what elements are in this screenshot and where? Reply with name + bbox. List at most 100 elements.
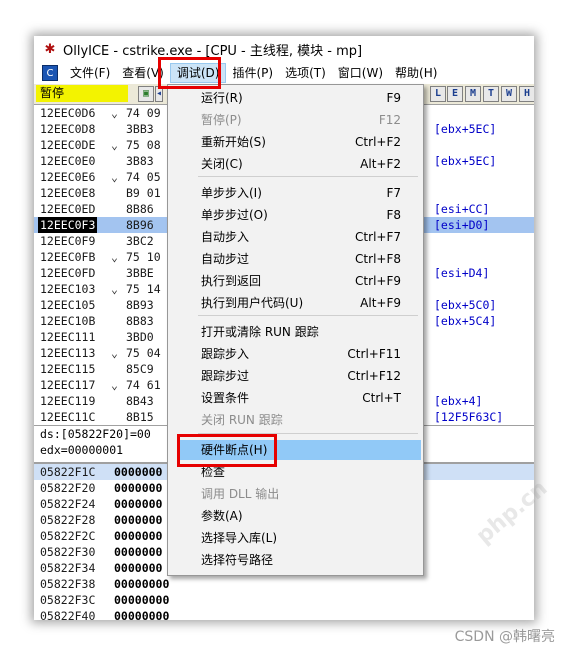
debug-menu-item[interactable]: 调用 DLL 输出	[168, 484, 423, 504]
debug-menu-item[interactable]: 执行到用户代码(U) Alt+F9	[168, 293, 423, 313]
debug-menu-item[interactable]: 重新开始(S) Ctrl+F2	[168, 132, 423, 152]
address: 05822F40	[40, 609, 96, 620]
dump-row[interactable]: 05822F40 00000000	[34, 608, 534, 620]
toolbar-button-h[interactable]: H	[519, 86, 534, 102]
hex-bytes: 8B15	[126, 410, 154, 424]
operand: [esi+CC]	[434, 202, 490, 216]
debug-menu-item[interactable]: 单步步过(O) F8	[168, 205, 423, 225]
dump-row[interactable]: 05822F38 00000000	[34, 576, 534, 592]
operand: [ebx+5C0]	[434, 298, 497, 312]
menu-window[interactable]: 窗口(W)	[332, 63, 389, 83]
debug-menu-item[interactable]: 运行(R) F9	[168, 88, 423, 108]
debug-menu-item[interactable]: 跟踪步过 Ctrl+F12	[168, 366, 423, 386]
debug-menu-item[interactable]: 关闭 RUN 跟踪	[168, 410, 423, 430]
menu-bar: C 文件(F) 查看(V) 调试(D) 插件(P) 选项(T) 窗口(W) 帮助…	[34, 62, 534, 84]
hex-bytes: 8B96	[126, 218, 154, 232]
menu-item-shortcut: Ctrl+F2	[355, 135, 401, 149]
menu-item-shortcut: Alt+F9	[360, 296, 401, 310]
menu-options[interactable]: 选项(T)	[279, 63, 332, 83]
debug-menu-item[interactable]: 打开或清除 RUN 跟踪	[168, 322, 423, 342]
address: 12EEC105	[40, 298, 96, 312]
menu-item-shortcut: Ctrl+F9	[355, 274, 401, 288]
operand: [esi+D0]	[434, 218, 490, 232]
value: 00000000	[114, 577, 170, 591]
operand: [ebx+5EC]	[434, 154, 497, 168]
highlight-box-hardware-breakpoint	[177, 434, 277, 467]
debug-menu-item[interactable]: 选择符号路径	[168, 550, 423, 570]
debug-menu-item[interactable]: 设置条件 Ctrl+T	[168, 388, 423, 408]
hex-bytes: 75 14	[126, 282, 161, 296]
address: 05822F1C	[40, 465, 96, 479]
open-file-icon[interactable]: ▣	[138, 86, 154, 102]
debug-menu-item[interactable]: 选择导入库(L)	[168, 528, 423, 548]
debug-menu-dropdown: 运行(R) F9 暂停(P) F12 重新开始(S) Ctrl+F2 关闭(C) Alt+F2…	[167, 84, 424, 576]
menu-item-shortcut: F7	[386, 186, 401, 200]
debug-menu-item[interactable]: 跟踪步入 Ctrl+F11	[168, 344, 423, 364]
hex-bytes: 3BB3	[126, 122, 154, 136]
dump-row[interactable]: 05822F3C 00000000	[34, 592, 534, 608]
debug-menu-item[interactable]: 参数(A)	[168, 506, 423, 526]
menu-file[interactable]: 文件(F)	[64, 63, 116, 83]
menu-item-label: 选择导入库(L)	[201, 531, 278, 545]
hex-bytes: 3BC2	[126, 234, 154, 248]
address: 12EEC0D8	[40, 122, 96, 136]
hex-bytes: 3BBE	[126, 266, 154, 280]
debug-menu-item[interactable]: 单步步入(I) F7	[168, 183, 423, 203]
address: 12EEC0D6	[40, 106, 96, 120]
title-bar: ✱ OllyICE - cstrike.exe - [CPU - 主线程, 模块…	[34, 36, 534, 62]
toolbar-button-e[interactable]: E	[447, 86, 463, 102]
address: 05822F3C	[40, 593, 96, 607]
menu-item-label: 单步步入(I)	[201, 186, 262, 200]
value: 0000000	[114, 513, 163, 527]
menu-item-label: 重新开始(S)	[201, 135, 266, 149]
address: 05822F34	[40, 561, 96, 575]
menu-item-label: 执行到用户代码(U)	[201, 296, 304, 310]
cpu-window-icon[interactable]: C	[42, 65, 58, 81]
menu-item-label: 调用 DLL 输出	[201, 487, 280, 501]
menu-separator	[198, 176, 418, 177]
hex-bytes: 8B43	[126, 394, 154, 408]
address: 05822F28	[40, 513, 96, 527]
hex-bytes: 3B83	[126, 154, 154, 168]
debug-menu-item[interactable]: 自动步入 Ctrl+F7	[168, 227, 423, 247]
hex-bytes: 8B86	[126, 202, 154, 216]
address: 12EEC119	[40, 394, 96, 408]
menu-item-shortcut: Alt+F2	[360, 157, 401, 171]
menu-item-shortcut: Ctrl+F7	[355, 230, 401, 244]
address: 05822F20	[40, 481, 96, 495]
value: 0000000	[114, 465, 163, 479]
toolbar-button-m[interactable]: M	[465, 86, 481, 102]
hex-bytes: 3BD0	[126, 330, 154, 344]
menu-plugins[interactable]: 插件(P)	[226, 63, 279, 83]
debug-menu-item[interactable]: 自动步过 Ctrl+F8	[168, 249, 423, 269]
debug-menu-item[interactable]: 关闭(C) Alt+F2	[168, 154, 423, 174]
toolbar-button-w[interactable]: W	[501, 86, 517, 102]
jump-marker: ⌄	[111, 378, 118, 392]
jump-marker: ⌄	[111, 250, 118, 264]
address: 12EEC113	[40, 346, 96, 360]
operand: [ebx+4]	[434, 394, 483, 408]
hex-bytes: 8B93	[126, 298, 154, 312]
menu-item-label: 关闭 RUN 跟踪	[201, 413, 283, 427]
debug-menu-item[interactable]: 暂停(P) F12	[168, 110, 423, 130]
address: 05822F30	[40, 545, 96, 559]
address: 05822F24	[40, 497, 96, 511]
hex-bytes: 74 61	[126, 378, 161, 392]
menu-item-label: 单步步过(O)	[201, 208, 268, 222]
hex-bytes: 75 08	[126, 138, 161, 152]
menu-item-label: 选择符号路径	[201, 553, 274, 567]
menu-item-label: 自动步过	[201, 252, 250, 266]
address: 05822F2C	[40, 529, 96, 543]
jump-marker: ⌄	[111, 346, 118, 360]
debug-menu-item[interactable]: 执行到返回 Ctrl+F9	[168, 271, 423, 291]
operand: [12F5F63C]	[434, 410, 504, 424]
hex-bytes: 8B83	[126, 314, 154, 328]
address: 12EEC0F3	[38, 217, 98, 233]
menu-help[interactable]: 帮助(H)	[389, 63, 443, 83]
view-list-icon[interactable]: L	[430, 86, 446, 102]
value: 0000000	[114, 561, 163, 575]
address: 12EEC103	[40, 282, 96, 296]
toolbar-button-t[interactable]: T	[483, 86, 499, 102]
jump-marker: ⌄	[111, 170, 118, 184]
address: 12EEC117	[40, 378, 96, 392]
